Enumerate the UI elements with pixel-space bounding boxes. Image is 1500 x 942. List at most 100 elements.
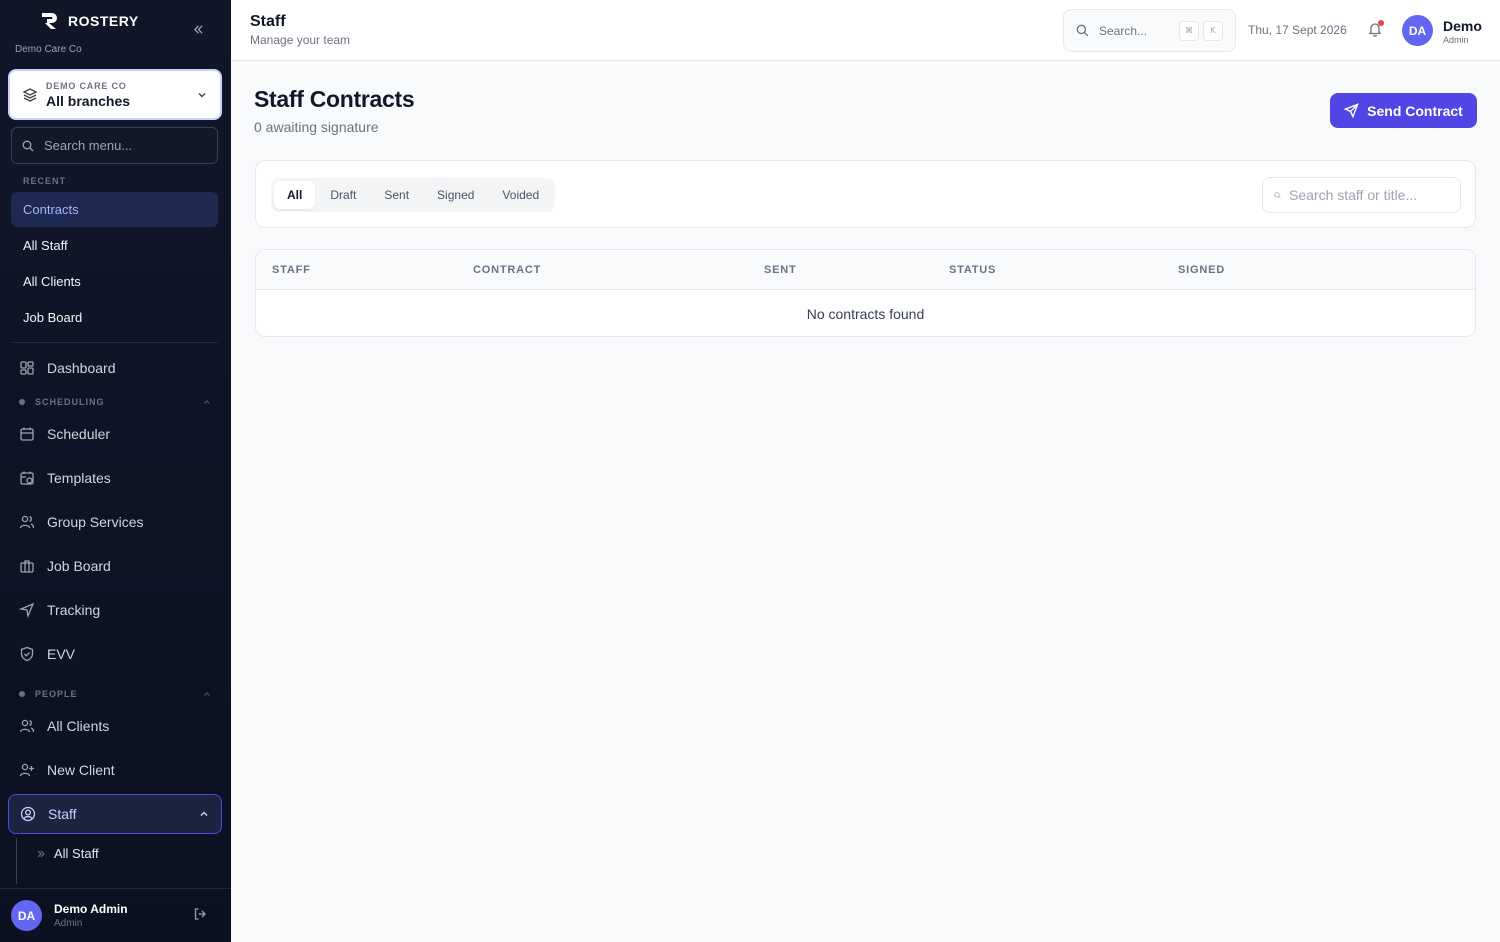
users-icon bbox=[19, 515, 35, 529]
search-icon bbox=[22, 140, 34, 151]
avatar[interactable]: DA bbox=[11, 900, 42, 931]
shortcut-key: K bbox=[1203, 20, 1223, 41]
subnav-all-staff[interactable]: All Staff bbox=[36, 846, 99, 861]
chevron-up-icon bbox=[204, 692, 210, 696]
user-role: Admin bbox=[1443, 35, 1469, 45]
column-header-sent[interactable]: SENT bbox=[764, 264, 797, 276]
user-menu[interactable]: Demo Admin bbox=[1443, 18, 1482, 45]
calendar-icon bbox=[20, 427, 34, 441]
chevron-down-icon bbox=[198, 92, 206, 97]
nav-all-clients[interactable]: All Clients bbox=[8, 706, 222, 746]
layers-icon bbox=[22, 87, 38, 102]
contracts-table: STAFF CONTRACT SENT STATUS SIGNED No con… bbox=[255, 249, 1476, 337]
nav-label: Tracking bbox=[47, 602, 101, 618]
briefcase-icon bbox=[20, 560, 34, 573]
column-header-status[interactable]: STATUS bbox=[949, 264, 996, 276]
branch-org: DEMO CARE CO bbox=[46, 80, 127, 91]
branch-name: All branches bbox=[46, 92, 131, 109]
recent-label: RECENT bbox=[23, 176, 67, 186]
recent-item-contracts[interactable]: Contracts bbox=[11, 192, 218, 227]
nav-staff[interactable]: Staff bbox=[8, 794, 222, 834]
search-icon bbox=[1274, 191, 1281, 199]
notification-dot bbox=[1378, 20, 1384, 26]
status-tabs: All Draft Sent Signed Voided bbox=[271, 178, 556, 212]
chevrons-right-icon bbox=[37, 850, 45, 857]
nav-evv[interactable]: EVV bbox=[8, 634, 222, 674]
shield-check-icon bbox=[20, 646, 34, 662]
group-scheduling[interactable]: SCHEDULING bbox=[19, 397, 211, 407]
current-date: Thu, 17 Sept 2026 bbox=[1248, 23, 1347, 37]
send-icon bbox=[1344, 103, 1359, 118]
chevrons-left-icon bbox=[193, 24, 203, 34]
collapse-sidebar-button[interactable] bbox=[189, 20, 207, 38]
navigation-icon bbox=[19, 602, 35, 618]
chevron-up-icon bbox=[204, 400, 210, 404]
nav-new-client[interactable]: New Client bbox=[8, 750, 222, 790]
nav-label: All Clients bbox=[47, 718, 110, 734]
org-name: Demo Care Co bbox=[15, 44, 82, 55]
group-people[interactable]: PEOPLE bbox=[19, 689, 211, 699]
tab-voided[interactable]: Voided bbox=[489, 181, 552, 209]
nav-label: Group Services bbox=[47, 514, 144, 530]
nav-label: Templates bbox=[47, 470, 111, 486]
page-section-subtitle: Manage your team bbox=[250, 33, 351, 47]
shortcut-key: ⌘ bbox=[1179, 20, 1199, 41]
chevron-up-icon bbox=[200, 811, 208, 816]
table-header: STAFF CONTRACT SENT STATUS SIGNED bbox=[256, 250, 1475, 290]
rostery-logo-icon bbox=[42, 13, 57, 29]
tab-all[interactable]: All bbox=[274, 181, 316, 209]
sidebar: ROSTERY Demo Care Co DEMO CARE CO All br… bbox=[0, 0, 231, 942]
divider bbox=[11, 342, 218, 343]
users-icon bbox=[19, 719, 35, 733]
send-contract-button[interactable]: Send Contract bbox=[1330, 93, 1477, 128]
group-label: PEOPLE bbox=[35, 689, 78, 699]
column-header-signed[interactable]: SIGNED bbox=[1178, 264, 1225, 276]
user-footer: DA Demo Admin Admin bbox=[0, 888, 231, 942]
user-name: Demo bbox=[1443, 18, 1482, 34]
avatar[interactable]: DA bbox=[1402, 15, 1433, 46]
logout-icon[interactable] bbox=[193, 907, 207, 921]
staff-search[interactable] bbox=[1262, 177, 1461, 213]
filter-bar: All Draft Sent Signed Voided bbox=[255, 160, 1476, 228]
subnav-line bbox=[16, 838, 17, 884]
nav-group-services[interactable]: Group Services bbox=[8, 502, 222, 542]
recent-item-job-board[interactable]: Job Board bbox=[11, 300, 218, 335]
topbar: Staff Manage your team Search... ⌘ K Thu… bbox=[231, 0, 1500, 61]
nav-label: Staff bbox=[48, 806, 77, 822]
menu-search[interactable] bbox=[11, 127, 218, 164]
page-title: Staff Contracts bbox=[254, 86, 415, 112]
tab-sent[interactable]: Sent bbox=[371, 181, 422, 209]
user-role: Admin bbox=[54, 918, 83, 929]
page-subtitle: 0 awaiting signature bbox=[254, 119, 379, 135]
recent-item-all-clients[interactable]: All Clients bbox=[11, 264, 218, 299]
nav-tracking[interactable]: Tracking bbox=[8, 590, 222, 630]
brand[interactable]: ROSTERY bbox=[40, 12, 139, 30]
subnav-label: All Staff bbox=[54, 846, 99, 861]
tab-signed[interactable]: Signed bbox=[424, 181, 487, 209]
nav-label: Job Board bbox=[47, 558, 111, 574]
dashboard-grid-icon bbox=[20, 361, 34, 375]
user-plus-icon bbox=[19, 763, 34, 777]
nav-label: New Client bbox=[47, 762, 115, 778]
nav-dashboard[interactable]: Dashboard bbox=[8, 348, 222, 388]
branch-selector[interactable]: DEMO CARE CO All branches bbox=[8, 69, 222, 120]
column-header-contract[interactable]: CONTRACT bbox=[473, 264, 541, 276]
nav-label: Dashboard bbox=[47, 360, 116, 376]
tab-draft[interactable]: Draft bbox=[317, 181, 369, 209]
nav-job-board[interactable]: Job Board bbox=[8, 546, 222, 586]
bullet-icon bbox=[19, 691, 25, 697]
recent-item-all-staff[interactable]: All Staff bbox=[11, 228, 218, 263]
nav-scheduler[interactable]: Scheduler bbox=[8, 414, 222, 454]
page-section-title: Staff bbox=[250, 13, 286, 30]
global-search[interactable]: Search... ⌘ K bbox=[1063, 9, 1236, 52]
user-name: Demo Admin bbox=[54, 902, 128, 916]
calendar-clock-icon bbox=[20, 471, 34, 485]
nav-templates[interactable]: Templates bbox=[8, 458, 222, 498]
send-contract-label: Send Contract bbox=[1367, 102, 1463, 119]
staff-search-input[interactable] bbox=[1289, 187, 1449, 203]
nav-label: EVV bbox=[47, 646, 76, 662]
menu-search-input[interactable] bbox=[44, 138, 194, 153]
global-search-placeholder: Search... bbox=[1099, 23, 1148, 38]
user-circle-icon bbox=[20, 806, 36, 822]
column-header-staff[interactable]: STAFF bbox=[272, 264, 311, 276]
